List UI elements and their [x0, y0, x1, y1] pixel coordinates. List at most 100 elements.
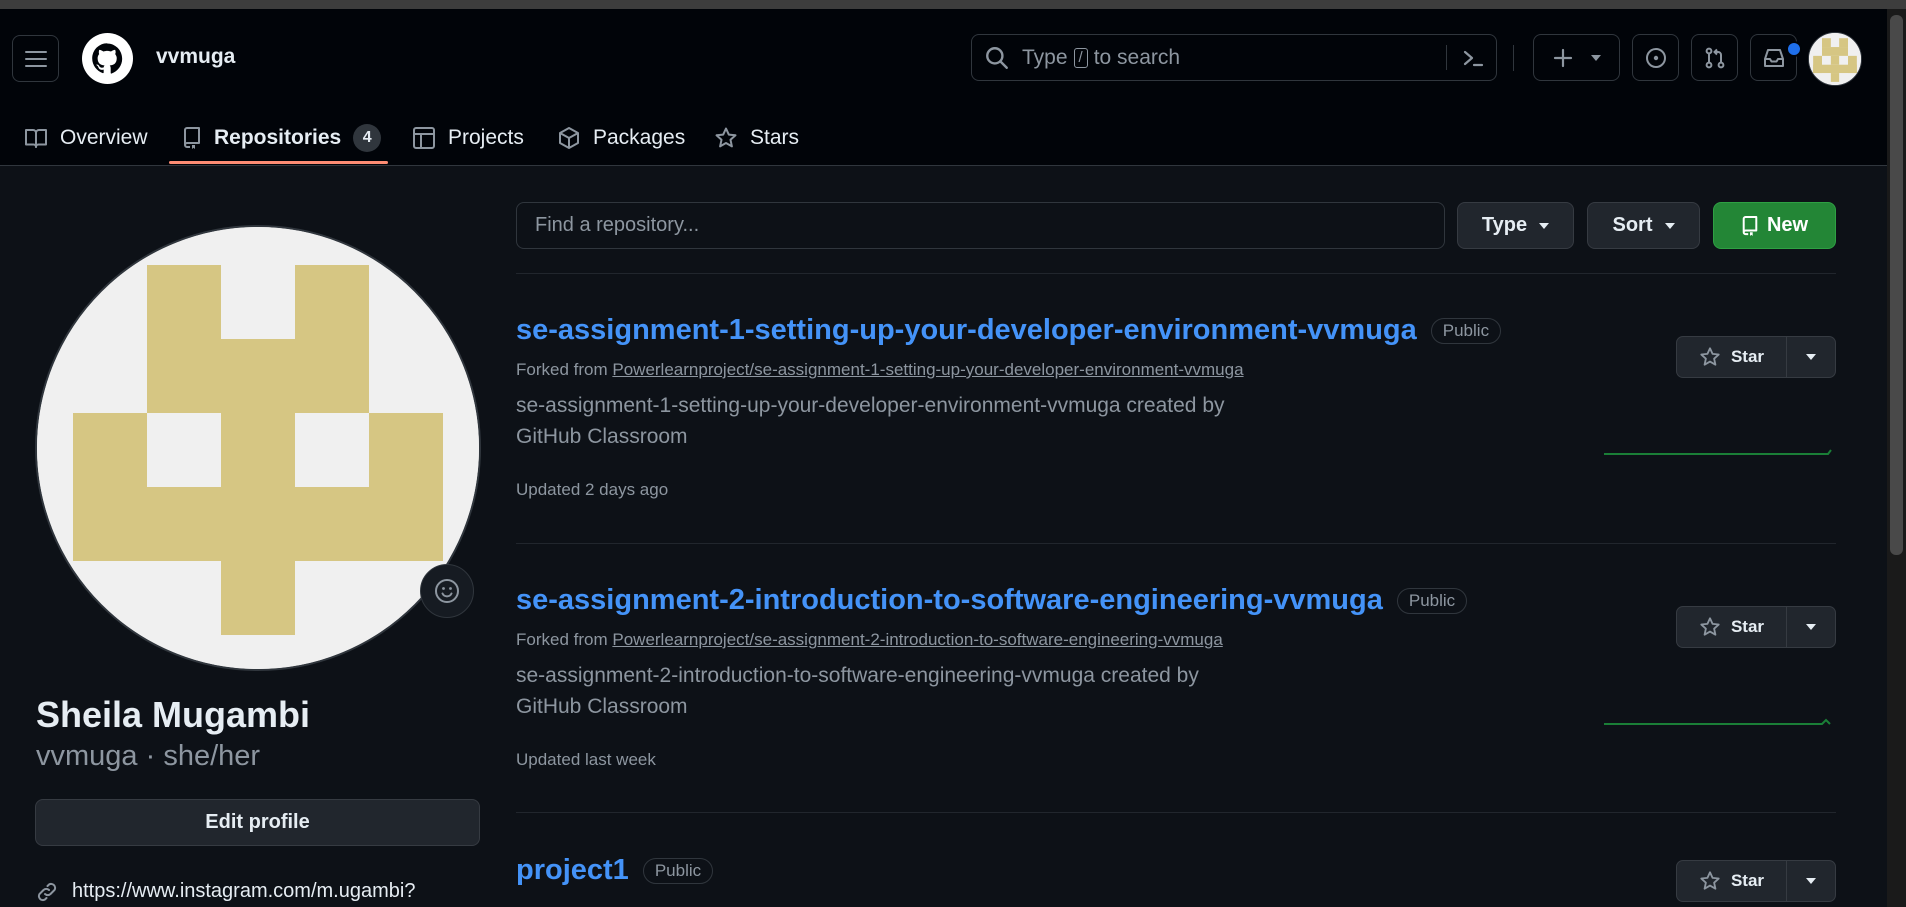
tab-projects-label: Projects [448, 125, 524, 149]
set-status-button[interactable] [420, 564, 474, 618]
search-placeholder-pre: Type [1022, 45, 1068, 69]
list-item: se-assignment-1-setting-up-your-develope… [516, 314, 1836, 514]
star-icon [715, 127, 737, 147]
repo-updated-time: Updated last week [516, 750, 656, 769]
search-input[interactable]: Type / to search [971, 34, 1497, 81]
list-divider [516, 812, 1836, 813]
hamburger-icon [24, 50, 47, 67]
tab-stars[interactable]: Stars [714, 110, 799, 165]
forked-from-line: Forked from Powerlearnproject/se-assignm… [516, 360, 1244, 380]
inbox-icon [1763, 48, 1784, 67]
star-list-dropdown[interactable] [1787, 861, 1835, 901]
identicon-avatar-small [1809, 33, 1861, 85]
profile-link[interactable]: https://www.instagram.com/m.ugambi? [72, 880, 415, 903]
repo-description: se-assignment-2-introduction-to-software… [516, 664, 1199, 718]
create-new-button[interactable] [1533, 34, 1620, 81]
forked-from-link[interactable]: Powerlearnproject/se-assignment-1-settin… [612, 360, 1243, 379]
link-icon [37, 882, 57, 901]
repo-icon [1742, 215, 1758, 236]
list-divider [516, 543, 1836, 544]
star-button[interactable]: Star [1677, 337, 1787, 377]
tab-packages[interactable]: Packages [557, 110, 685, 165]
chevron-down-icon [1806, 878, 1816, 884]
tab-repositories[interactable]: Repositories 4 [182, 110, 382, 165]
browser-top-strip [0, 0, 1906, 9]
repo-description: se-assignment-1-setting-up-your-develope… [516, 394, 1225, 448]
chevron-down-icon [1590, 54, 1601, 61]
command-palette-icon[interactable] [1459, 45, 1487, 71]
sort-label: Sort [1612, 214, 1653, 236]
activity-sparkline [1604, 449, 1832, 455]
star-button[interactable]: Star [1677, 861, 1787, 901]
tab-packages-label: Packages [593, 125, 686, 149]
activity-sparkline [1604, 718, 1831, 725]
menu-button[interactable] [12, 35, 59, 82]
visibility-badge: Public [1396, 587, 1468, 614]
search-placeholder: Type / to search [1022, 46, 1180, 70]
tab-repositories-label: Repositories [214, 125, 342, 149]
plus-icon [1553, 48, 1572, 67]
forked-from-line: Forked from Powerlearnproject/se-assignm… [516, 630, 1223, 650]
issues-button[interactable] [1632, 34, 1679, 81]
page-scrollbar-thumb[interactable] [1890, 15, 1903, 555]
star-icon [1700, 617, 1720, 636]
new-repository-label: New [1766, 214, 1809, 236]
list-item: project1 Public Star [516, 854, 1836, 907]
header-username[interactable]: vvmuga [156, 45, 235, 69]
tab-stars-label: Stars [750, 125, 800, 149]
profile-full-name: Sheila Mugambi [36, 694, 311, 735]
package-icon [559, 126, 579, 149]
star-button-group: Star [1676, 336, 1836, 378]
git-pull-request-icon [1705, 47, 1724, 68]
repo-title-row: se-assignment-1-setting-up-your-develope… [516, 314, 1502, 347]
header-divider [1513, 45, 1514, 71]
star-label: Star [1730, 871, 1765, 890]
star-icon [1700, 347, 1720, 366]
pull-requests-button[interactable] [1691, 34, 1738, 81]
search-divider [1446, 45, 1447, 70]
search-placeholder-post: to search [1093, 45, 1181, 69]
star-button-group: Star [1676, 860, 1836, 902]
repo-icon [184, 126, 200, 149]
profile-link-row[interactable]: https://www.instagram.com/m.ugambi? [36, 880, 415, 903]
sort-button[interactable]: Sort [1587, 202, 1700, 249]
star-list-dropdown[interactable] [1787, 337, 1835, 377]
repo-title-row: project1 Public [516, 854, 714, 887]
search-icon [986, 46, 1008, 69]
find-repository-input[interactable] [516, 202, 1445, 249]
star-list-dropdown[interactable] [1787, 607, 1835, 647]
star-button[interactable]: Star [1677, 607, 1787, 647]
notification-unread-dot [1786, 41, 1802, 57]
repo-name-link[interactable]: project1 [516, 854, 629, 887]
tab-overview[interactable]: Overview [24, 110, 148, 165]
profile-avatar[interactable] [35, 225, 481, 671]
book-icon [25, 128, 47, 148]
chevron-down-icon [1806, 354, 1816, 360]
chevron-down-icon [1806, 624, 1816, 630]
repo-name-link[interactable]: se-assignment-1-setting-up-your-develope… [516, 314, 1417, 347]
list-divider [516, 273, 1836, 274]
table-icon [413, 126, 435, 149]
repo-name-link[interactable]: se-assignment-2-introduction-to-software… [516, 584, 1383, 617]
search-shortcut-key: / [1073, 47, 1088, 68]
repo-title-row: se-assignment-2-introduction-to-software… [516, 584, 1468, 617]
repositories-count-badge: 4 [353, 123, 382, 152]
forked-from-link[interactable]: Powerlearnproject/se-assignment-2-introd… [612, 630, 1222, 649]
tab-overview-label: Overview [60, 125, 148, 149]
issue-opened-icon [1645, 47, 1666, 68]
edit-profile-button[interactable]: Edit profile [35, 799, 480, 846]
forked-from-prefix: Forked from [516, 630, 608, 649]
chevron-down-icon [1539, 222, 1550, 229]
repo-updated-time: Updated 2 days ago [516, 480, 669, 499]
forked-from-prefix: Forked from [516, 360, 608, 379]
user-avatar-menu[interactable] [1808, 32, 1862, 86]
chevron-down-icon [1664, 222, 1675, 229]
tab-projects[interactable]: Projects [412, 110, 524, 165]
github-logo-icon[interactable] [82, 33, 133, 84]
type-filter-button[interactable]: Type [1457, 202, 1574, 249]
active-tab-underline [169, 161, 388, 164]
new-repository-button[interactable]: New [1713, 202, 1836, 249]
visibility-badge: Public [642, 857, 714, 884]
visibility-badge: Public [1430, 317, 1502, 344]
star-button-group: Star [1676, 606, 1836, 648]
